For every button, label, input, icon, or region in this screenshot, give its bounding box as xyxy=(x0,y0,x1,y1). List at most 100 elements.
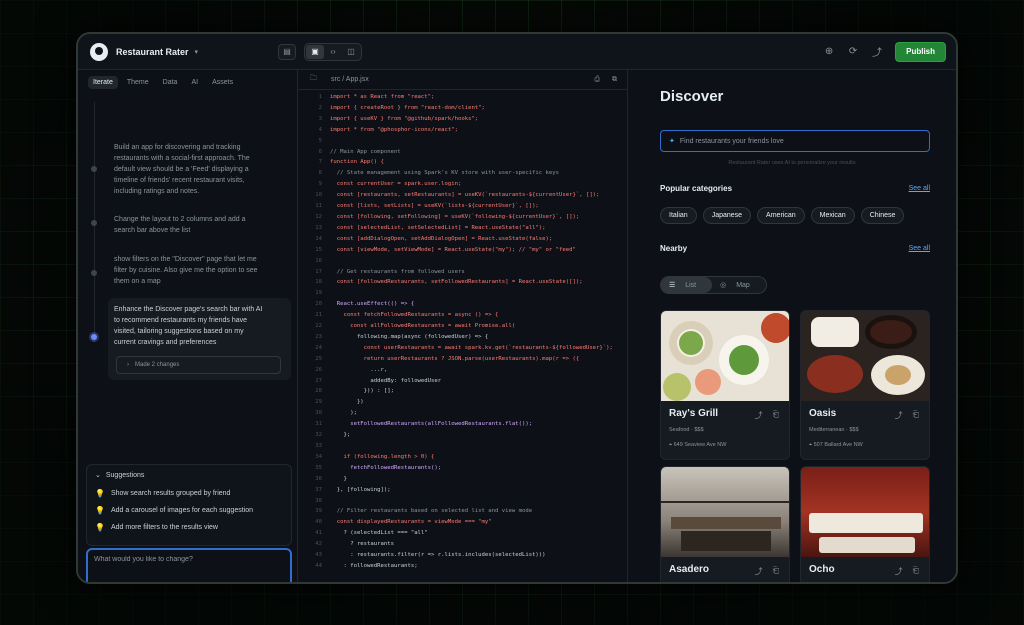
code-line[interactable]: 27 addedBy: followedUser xyxy=(298,376,627,387)
restaurant-card[interactable]: Ray's Grill ⤴ ⎗ Seafood · $$$ ⌖ 649 Seavi… xyxy=(660,310,790,460)
app-title[interactable]: Restaurant Rater xyxy=(116,47,189,57)
share-icon[interactable]: ⤴ xyxy=(869,44,885,60)
share-icon[interactable]: ⤴ xyxy=(755,410,763,421)
code-line[interactable]: 42 ? restaurants xyxy=(298,539,627,550)
suggestion-item[interactable]: 💡 Add a carousel of images for each sugge… xyxy=(87,502,291,519)
tab-ai[interactable]: AI xyxy=(186,76,203,89)
code-line[interactable]: 31 setFollowedRestaurants(allFollowedRes… xyxy=(298,419,627,430)
code-text: // State management using Spark's KV sto… xyxy=(330,170,560,177)
code-line[interactable]: 39 // Filter restaurants based on select… xyxy=(298,506,627,517)
code-line[interactable]: 36 } xyxy=(298,474,627,485)
see-all-nearby-link[interactable]: See all xyxy=(909,245,930,252)
code-line[interactable]: 40 const displayedRestaurants = viewMode… xyxy=(298,517,627,528)
suggestion-item[interactable]: 💡 Show search results grouped by friend xyxy=(87,485,291,502)
code-line[interactable]: 23 following.map(async (followedUser) =>… xyxy=(298,332,627,343)
code-line[interactable]: 25 return userRestaurants ? JSON.parse(u… xyxy=(298,354,627,365)
code-line[interactable]: 43 : restaurants.filter(r => r.lists.inc… xyxy=(298,550,627,561)
code-line[interactable]: 7 function App() { xyxy=(298,157,627,168)
popular-categories-title: Popular categories xyxy=(660,184,733,193)
code-line[interactable]: 16 xyxy=(298,256,627,267)
restaurant-card[interactable]: Oasis ⤴ ⎗ Mediterranean · $$$ ⌖ 507 Balla… xyxy=(800,310,930,460)
publish-button[interactable]: Publish xyxy=(895,41,946,62)
code-line[interactable]: 1 import * as React from "react"; xyxy=(298,92,627,103)
code-line[interactable]: 20 React.useEffect(() => { xyxy=(298,299,627,310)
code-line[interactable]: 21 const fetchFollowedRestaurants = asyn… xyxy=(298,310,627,321)
folder-icon[interactable]: 🗀 xyxy=(310,74,317,85)
bookmark-icon[interactable]: ⎗ xyxy=(913,566,919,577)
github-logo-icon[interactable] xyxy=(90,42,108,61)
code-lines[interactable]: 1 import * as React from "react"; 2 import … xyxy=(298,92,627,572)
code-line[interactable]: 30 ); xyxy=(298,408,627,419)
code-line[interactable]: 17 // Get restaurants from followed user… xyxy=(298,267,627,278)
chip-japanese[interactable]: Japanese xyxy=(702,207,752,224)
chip-american[interactable]: American xyxy=(757,207,805,224)
code-text: const [followedRestaurants, setFollowedR… xyxy=(330,279,583,286)
restaurant-card[interactable]: Ocho ⤴ ⎗ xyxy=(800,466,930,582)
code-text: }) xyxy=(330,399,364,406)
list-label: List xyxy=(685,282,697,289)
code-line[interactable]: 32 }; xyxy=(298,430,627,441)
code-line[interactable]: 26 ...r, xyxy=(298,365,627,376)
code-line[interactable]: 3 import { useKV } from "@github/spark/ho… xyxy=(298,114,627,125)
code-line[interactable]: 37 }, [following]); xyxy=(298,485,627,496)
tab-iterate[interactable]: Iterate xyxy=(88,76,118,89)
code-line[interactable]: 33 xyxy=(298,441,627,452)
chip-mexican[interactable]: Mexican xyxy=(810,207,855,224)
tab-theme[interactable]: Theme xyxy=(122,76,154,89)
prompt-input[interactable] xyxy=(94,556,284,582)
line-number: 14 xyxy=(315,235,322,242)
code-line[interactable]: 28 })) : []; xyxy=(298,386,627,397)
target-icon[interactable]: ⊕ xyxy=(821,44,837,60)
code-line[interactable]: 15 const [viewMode, setViewMode] = React… xyxy=(298,245,627,256)
code-line[interactable]: 38 xyxy=(298,496,627,507)
chip-italian[interactable]: Italian xyxy=(660,207,697,224)
restaurant-card[interactable]: Asadero ⤴ ⎗ xyxy=(660,466,790,582)
code-line[interactable]: 10 const [restaurants, setRestaurants] =… xyxy=(298,190,627,201)
copy-icon[interactable]: ⧉ xyxy=(612,76,617,84)
bookmark-icon[interactable]: ⎗ xyxy=(773,410,779,421)
preview-view-icon[interactable]: ▣ xyxy=(306,44,325,59)
suggestions-header[interactable]: ⌄ Suggestions xyxy=(87,465,291,485)
code-line[interactable]: 41 ? (selectedList === "all" xyxy=(298,528,627,539)
chip-chinese[interactable]: Chinese xyxy=(860,207,905,224)
code-line[interactable]: 5 xyxy=(298,136,627,147)
code-line[interactable]: 34 if (following.length > 0) { xyxy=(298,452,627,463)
search-input[interactable]: ✦ Find restaurants your friends love xyxy=(660,130,930,152)
code-line[interactable]: 14 const [addDialogOpen, setAddDialogOpe… xyxy=(298,234,627,245)
tab-assets[interactable]: Assets xyxy=(207,76,238,89)
line-number: 43 xyxy=(315,552,322,559)
code-view-icon[interactable]: ‹› xyxy=(324,45,342,59)
bookmark-icon[interactable]: ⎗ xyxy=(773,566,779,577)
code-line[interactable]: 12 const [following, setFollowing] = use… xyxy=(298,212,627,223)
share-icon[interactable]: ⤴ xyxy=(895,566,903,577)
code-line[interactable]: 19 xyxy=(298,288,627,299)
code-line[interactable]: 8 // State management using Spark's KV s… xyxy=(298,168,627,179)
code-line[interactable]: 44 : followedRestaurants; xyxy=(298,561,627,572)
code-line[interactable]: 13 const [selectedList, setSelectedList]… xyxy=(298,223,627,234)
tab-data[interactable]: Data xyxy=(158,76,183,89)
split-view-icon[interactable]: ◫ xyxy=(342,45,360,59)
share-icon[interactable]: ⤴ xyxy=(755,566,763,577)
share-icon[interactable]: ⤴ xyxy=(895,410,903,421)
code-line[interactable]: 18 const [followedRestaurants, setFollow… xyxy=(298,277,627,288)
code-line[interactable]: 35 fetchFollowedRestaurants(); xyxy=(298,463,627,474)
code-line[interactable]: 11 const [lists, setLists] = useKV(`list… xyxy=(298,201,627,212)
refresh-icon[interactable]: ⟳ xyxy=(845,44,861,60)
code-line[interactable]: 29 }) xyxy=(298,397,627,408)
code-line[interactable]: 2 import { createRoot } from "react-dom/c… xyxy=(298,103,627,114)
suggestion-item[interactable]: 💡 Add more filters to the results view xyxy=(87,519,291,536)
save-icon[interactable]: ⎙ xyxy=(594,76,600,84)
chevron-right-icon: › xyxy=(127,362,129,368)
changes-disclosure[interactable]: › Made 2 changes xyxy=(116,356,281,374)
list-view-button[interactable]: ☰ List xyxy=(661,277,713,293)
chevron-down-icon[interactable]: ▾ xyxy=(195,48,199,56)
code-line[interactable]: 9 const currentUser = spark.user.login; xyxy=(298,179,627,190)
sidebar-toggle-button[interactable]: ▤ xyxy=(278,43,297,60)
code-line[interactable]: 22 const allFollowedRestaurants = await … xyxy=(298,321,627,332)
bookmark-icon[interactable]: ⎗ xyxy=(913,410,919,421)
code-line[interactable]: 4 import * from "@phosphor-icons/react"; xyxy=(298,125,627,136)
map-view-button[interactable]: ◎ Map xyxy=(712,277,766,293)
code-line[interactable]: 6 // Main App component xyxy=(298,147,627,158)
see-all-categories-link[interactable]: See all xyxy=(909,185,930,192)
code-line[interactable]: 24 const userRestaurants = await spark.k… xyxy=(298,343,627,354)
